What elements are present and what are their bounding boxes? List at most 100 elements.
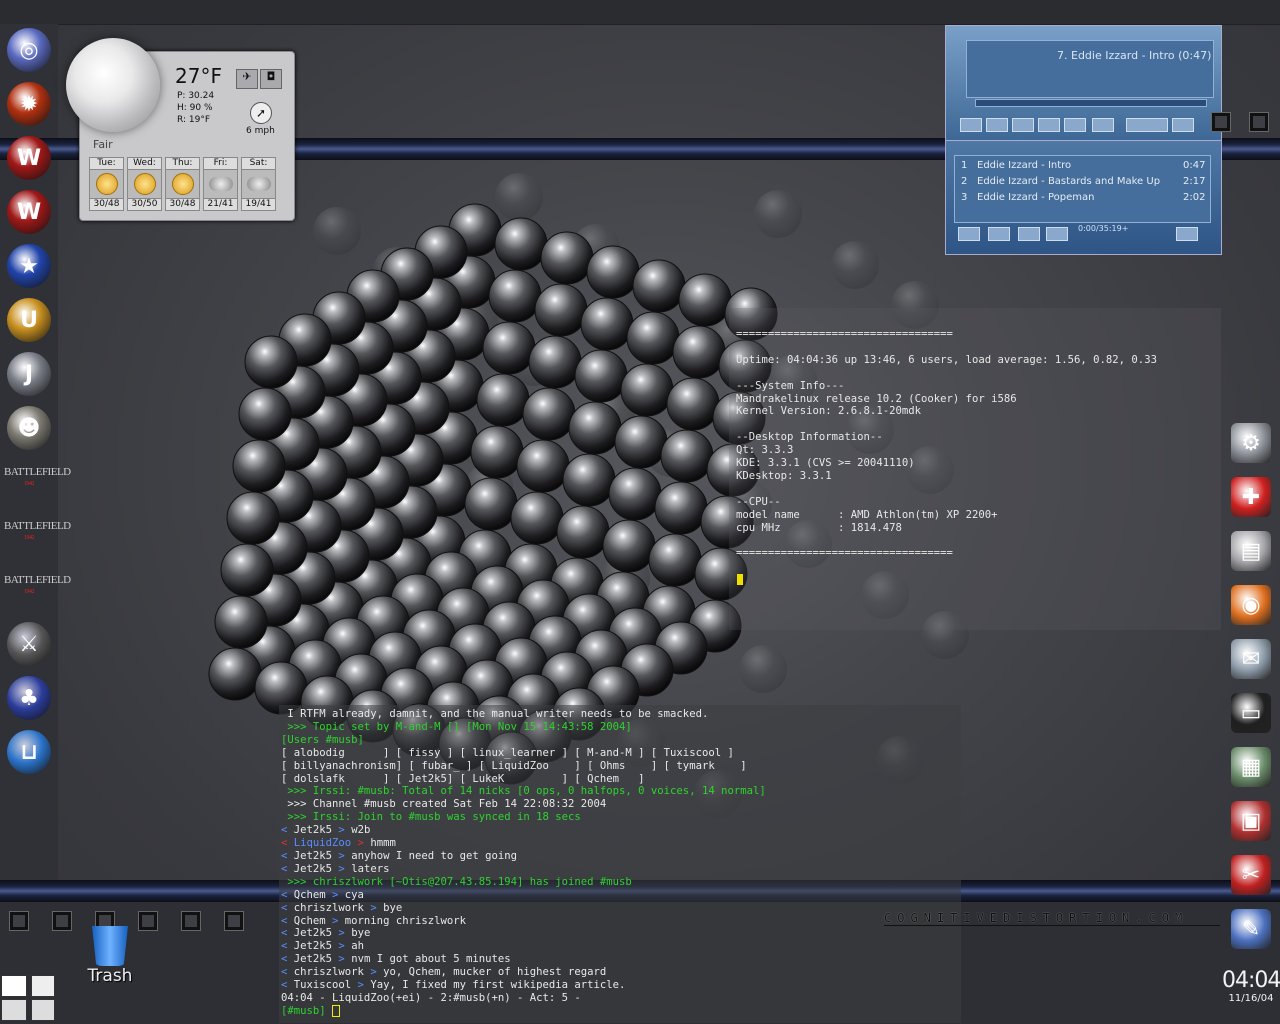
battlefield-icon[interactable]: BATTLEFIELD 1942 — [4, 466, 71, 514]
playlist-time: 0:00/35:19+ — [1078, 224, 1129, 233]
dock-launcher[interactable]: ◉ — [1226, 582, 1276, 628]
forecast-day: Tue: 30/48 — [89, 157, 124, 211]
eject-button[interactable] — [1092, 118, 1114, 132]
battlefield-icon[interactable]: BATTLEFIELD 1942 — [4, 574, 71, 622]
pause-button[interactable] — [1012, 118, 1034, 132]
dock-launcher[interactable]: ✂ — [1226, 852, 1276, 898]
forecast-temps: 19/41 — [241, 199, 276, 211]
desktop-2-button[interactable] — [53, 912, 71, 930]
ghost-sphere — [831, 241, 879, 289]
stone-head-icon[interactable]: ☻ — [7, 406, 51, 450]
forecast-day: Thu: 30/48 — [165, 157, 200, 211]
cursor — [737, 574, 743, 585]
dock-launcher[interactable]: ▣ — [1226, 798, 1276, 844]
remove-button[interactable] — [988, 227, 1010, 241]
ghost-sphere — [739, 645, 787, 693]
repeat-button[interactable] — [1172, 118, 1194, 132]
misc-button[interactable] — [1046, 227, 1068, 241]
sphere — [568, 401, 622, 455]
track-title: 7. Eddie Izzard - Intro (0:47) — [1057, 49, 1212, 62]
tree-icon[interactable]: ♣ — [7, 676, 51, 720]
dock-launcher[interactable]: ✉ — [1226, 636, 1276, 682]
package-icon[interactable]: ▤ — [1231, 531, 1271, 571]
sysinfo-terminal[interactable]: ================================== Uptim… — [729, 308, 1221, 630]
dock-launcher[interactable]: W — [4, 134, 54, 182]
sphere — [586, 245, 640, 299]
stop-button[interactable] — [1038, 118, 1060, 132]
seek-bar[interactable] — [975, 99, 1207, 107]
trash-icon[interactable] — [92, 926, 128, 966]
doom3-icon[interactable]: ✹ — [7, 82, 51, 126]
sphere — [494, 217, 548, 271]
desktop-6-button[interactable] — [225, 912, 243, 930]
desktop-1-button[interactable] — [10, 912, 28, 930]
battlefield-icon[interactable]: BATTLEFIELD 1942 — [4, 520, 71, 568]
firefox-icon[interactable]: ◉ — [1231, 585, 1271, 625]
dock-launcher[interactable]: ◎ — [4, 26, 54, 74]
prev-button[interactable] — [960, 118, 982, 132]
shuffle-button[interactable] — [1126, 118, 1168, 132]
warcraft-icon[interactable]: ⚔ — [7, 622, 51, 666]
camera-icon[interactable]: ◘ — [260, 69, 282, 89]
dock-launcher[interactable]: ⚔ — [4, 620, 54, 668]
dock-launcher[interactable]: U — [4, 296, 54, 344]
ut-icon[interactable]: ⊔ — [7, 730, 51, 774]
wind-speed: 6 mph — [246, 126, 275, 136]
window-button[interactable] — [1250, 113, 1268, 131]
irssi-terminal[interactable]: I RTFM already, damnit, and the manual w… — [279, 705, 961, 1023]
select-button[interactable] — [1018, 227, 1040, 241]
dock-launcher[interactable]: ✎ — [1226, 906, 1276, 952]
dock-launcher[interactable]: ♣ — [4, 674, 54, 722]
terminal-icon[interactable]: ▭ — [1231, 693, 1271, 733]
dock-launcher[interactable]: J — [4, 350, 54, 398]
forecast-temps: 30/48 — [89, 199, 124, 211]
dock-launcher[interactable]: ▦ — [1226, 744, 1276, 790]
wolfenstein-icon[interactable]: W — [7, 136, 51, 180]
cube-icon[interactable]: ▣ — [1231, 801, 1271, 841]
sphere — [574, 349, 628, 403]
sphere — [232, 439, 286, 493]
cloud-icon — [246, 177, 271, 191]
network-icon[interactable]: ▦ — [1231, 747, 1271, 787]
dock-launcher[interactable]: ▭ — [1226, 690, 1276, 736]
sphere — [614, 415, 668, 469]
sun-icon — [133, 173, 156, 195]
jedi-knight-icon[interactable]: J — [7, 352, 51, 396]
americas-army-icon[interactable]: ★ — [7, 244, 51, 288]
plane-icon[interactable]: ✈ — [236, 69, 258, 89]
mail-icon[interactable]: ✉ — [1231, 639, 1271, 679]
pager[interactable] — [1, 975, 55, 1021]
window-button[interactable] — [1212, 113, 1230, 131]
list-options-button[interactable] — [1176, 227, 1198, 241]
trash[interactable]: Trash — [80, 926, 140, 986]
desktop-5-button[interactable] — [182, 912, 200, 930]
clock[interactable]: 04:04 11/16/04 — [1222, 968, 1280, 1004]
dock-launcher[interactable]: ⊔ — [4, 728, 54, 776]
dock-launcher[interactable]: ☻ — [4, 404, 54, 452]
play-button[interactable] — [986, 118, 1008, 132]
trash-label: Trash — [87, 966, 133, 986]
wind-compass-icon: ➚ — [250, 102, 272, 124]
sphere — [488, 269, 542, 323]
add-button[interactable] — [958, 227, 980, 241]
dock-launcher[interactable]: W — [4, 188, 54, 236]
cloud-icon — [208, 177, 233, 191]
next-button[interactable] — [1064, 118, 1086, 132]
rescue-icon[interactable]: ✚ — [1231, 477, 1271, 517]
wolfenstein-et-icon[interactable]: W — [7, 190, 51, 234]
dock-launcher[interactable]: ✚ — [1226, 474, 1276, 520]
neverwinter-icon[interactable]: ◎ — [7, 28, 51, 72]
desktop-4-button[interactable] — [139, 912, 157, 930]
screenshot-icon[interactable]: ✂ — [1231, 855, 1271, 895]
dock-launcher[interactable]: ✹ — [4, 80, 54, 128]
playlist-window[interactable]: 1 Eddie Izzard - Intro 0:47 2 Eddie Izzard -… — [945, 140, 1222, 255]
dock-launcher[interactable]: ★ — [4, 242, 54, 290]
dock-launcher[interactable]: ▤ — [1226, 528, 1276, 574]
unreal-icon[interactable]: U — [7, 298, 51, 342]
forecast-temps: 21/41 — [203, 199, 238, 211]
site-banner: COGNITIVEDISTORTION.COM — [884, 911, 1220, 926]
dock-launcher[interactable]: ⚙ — [1226, 420, 1276, 466]
kde-gear-icon[interactable]: ⚙ — [1231, 423, 1271, 463]
paint-icon[interactable]: ✎ — [1231, 909, 1271, 949]
media-player[interactable]: 7. Eddie Izzard - Intro (0:47) — [945, 25, 1222, 142]
